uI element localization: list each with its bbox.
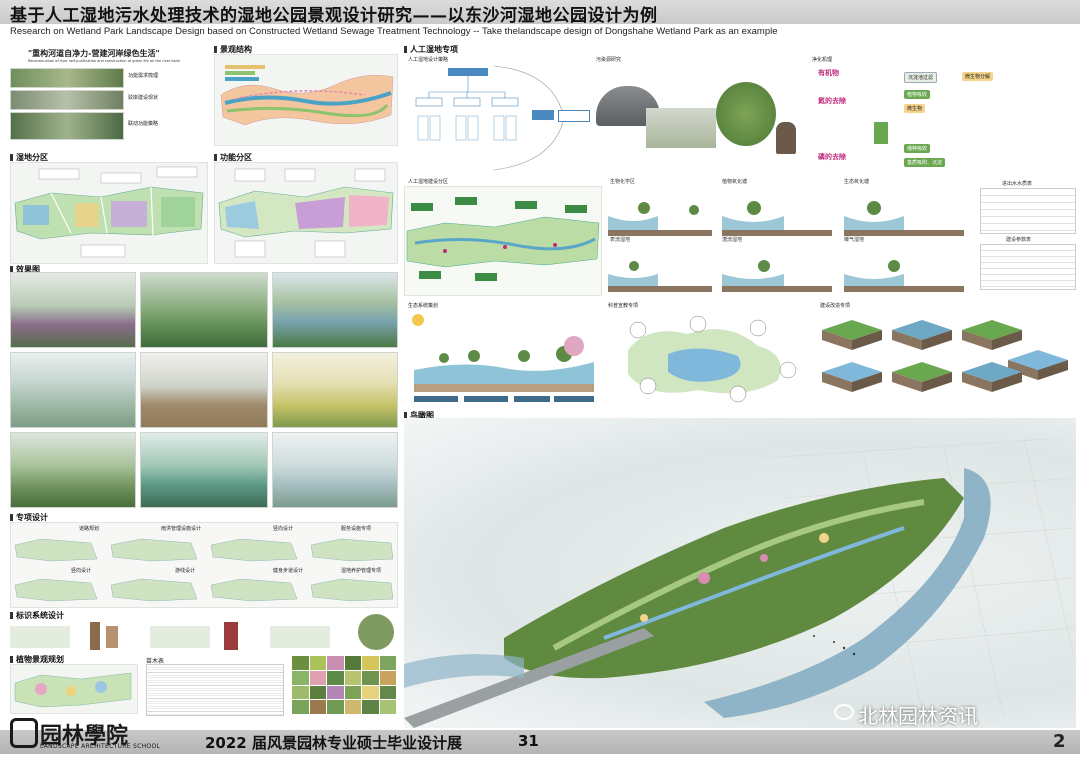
mech-box-5: 播种吸收 [904, 144, 931, 153]
landscape-structure-panel [214, 54, 398, 146]
footer-bar [0, 730, 1080, 754]
farm-illustration [646, 108, 716, 148]
construction-heading: 建设改造专项 [820, 303, 851, 309]
flow-section-drawings [608, 201, 964, 292]
water-table-title: 进出水水质表 [1002, 181, 1033, 187]
zoning-heading: 人工湿地建设分区 [408, 179, 449, 185]
rendering-1 [10, 272, 136, 348]
landscape-structure-map [220, 65, 394, 126]
mech-box-3: 植物吸收 [904, 90, 931, 99]
poster-subtitle: Research on Wetland Park Landscape Desig… [10, 26, 778, 37]
eco-system-diagram [412, 314, 594, 402]
rendering-2 [140, 272, 268, 348]
cost-table-title: 建设参数表 [1006, 237, 1032, 243]
concept-item-1: 功能需求梳理 [128, 73, 159, 79]
concept-photo-1 [10, 68, 124, 88]
rendering-9 [272, 432, 398, 508]
science-heading: 科普宣教专项 [608, 303, 639, 309]
plant-table [146, 664, 284, 716]
strategy-result-box [558, 110, 590, 122]
function-zoning-map [218, 168, 394, 258]
wetland-zoning-panel [10, 162, 208, 264]
signage-map-1 [10, 626, 70, 648]
mech-organic: 有机物 [818, 69, 839, 77]
function-zoning-panel [214, 162, 398, 264]
exhibition-title: 2022 届风景园林专业硕士毕业设计展 [205, 734, 462, 752]
mech-box-2: 微生物分解 [962, 72, 994, 81]
constructed-wetland-heading: 人工湿地专项 [404, 44, 458, 55]
special-design-maps [14, 538, 394, 602]
wetland-zoning-map [14, 166, 204, 258]
mech-box-6: 基质吸附、沉淀 [904, 158, 946, 167]
slogan-en: Reconstruction of river self-purificatio… [28, 59, 181, 63]
concept-item-2: 驳岸建设现状 [128, 95, 159, 101]
signage-post-3 [224, 622, 238, 650]
wechat-icon [834, 704, 854, 720]
planting-map [14, 672, 132, 708]
mech-box-4: 微生物 [904, 104, 926, 113]
purification-diagram: 有机物 氮的去除 磷的去除 沉淀池过滤 微生物分解 植物吸收 微生物 播种吸收 … [812, 62, 1074, 174]
eco-system-heading: 生态系统策划 [408, 303, 439, 309]
flow-label-3: 生态氧化塘 [844, 179, 870, 185]
special-design-panel: 道路规划 雨洪管理设施设计 竖向设计 服务设施专项 竖向设计 游线设计 健身步道… [10, 522, 398, 608]
rendering-4 [10, 352, 136, 428]
concept-block: "重构河道自净力-营建河岸绿色生活" Reconstruction of riv… [10, 44, 210, 144]
concept-photo-3 [10, 112, 124, 140]
mech-phosphorus: 磷的去除 [818, 153, 846, 161]
school-logo-icon [10, 718, 38, 748]
tables-block: 进出水水质表 建设参数表 [980, 180, 1076, 292]
planting-map-panel [10, 664, 138, 714]
water-table [980, 188, 1076, 234]
cost-table [980, 244, 1076, 290]
tree-illustration [716, 82, 776, 146]
signage-post-1 [90, 622, 100, 650]
science-map [628, 315, 797, 403]
school-name-en: LANDSCAPE ARCHITECTURE SCHOOL [40, 743, 161, 750]
signage-post-2 [106, 626, 118, 648]
rendering-8 [140, 432, 268, 508]
pollution-illustration [596, 62, 808, 170]
concept-item-3: 联动功能策略 [128, 121, 159, 127]
exhibition-number: 31 [518, 732, 539, 750]
flow-sections: 生物化学区 植物氧化塘 生态氧化塘 表流湿地 潜流湿地 曝气湿地 [604, 178, 974, 296]
flow-label-2: 植物氧化塘 [722, 179, 748, 185]
mech-box-1: 沉淀池过滤 [904, 72, 938, 83]
person-illustration [776, 122, 796, 154]
signage-tree [358, 614, 394, 650]
bird-view-image [404, 418, 1076, 728]
science-panel [608, 310, 814, 406]
signage-map-3 [270, 626, 330, 648]
watermark: 北林园林资讯 [858, 704, 978, 728]
bird-view-svg [404, 437, 1075, 728]
rendering-5 [140, 352, 268, 428]
signage-panel [10, 614, 396, 652]
construction-panel [818, 310, 1074, 406]
concept-photo-2 [10, 90, 124, 110]
co2-box [874, 122, 888, 144]
page-number: 2 [1053, 731, 1066, 752]
zoning-panel [404, 186, 602, 296]
plant-photo-grid [292, 656, 396, 714]
zoning-map [406, 197, 600, 281]
rendering-7 [10, 432, 136, 508]
strategy-arrow [532, 110, 554, 120]
poster-title: 基于人工湿地污水处理技术的湿地公园景观设计研究——以东沙河湿地公园设计为例 [10, 6, 658, 26]
rendering-3 [272, 272, 398, 348]
rendering-6 [272, 352, 398, 428]
eco-system-panel [404, 310, 600, 408]
signage-map-2 [150, 626, 210, 648]
mech-nitrogen: 氮的去除 [818, 97, 846, 105]
construction-blocks [822, 320, 1068, 392]
slogan: "重构河道自净力-营建河岸绿色生活" [28, 49, 160, 58]
flow-label-1: 生物化学区 [610, 179, 636, 185]
